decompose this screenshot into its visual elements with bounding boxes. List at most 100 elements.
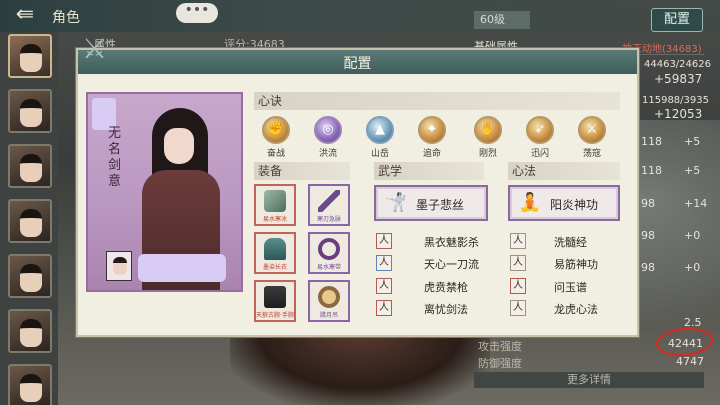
modal-header: ⚔ 配置 bbox=[78, 32, 637, 74]
xinjue-skill-label: 荡寇 bbox=[582, 149, 601, 159]
equipment-slot[interactable]: 寒刃急脉 bbox=[308, 184, 350, 226]
dash-icon: ➶ bbox=[526, 116, 554, 144]
ring-icon bbox=[318, 286, 340, 308]
avatar bbox=[20, 44, 42, 72]
xinjue-skill[interactable]: ⚔ 荡寇 bbox=[572, 116, 612, 159]
belt-icon bbox=[318, 238, 340, 260]
wuxue-skill-row[interactable]: 人天心一刀流 bbox=[376, 255, 486, 271]
meditation-pose-icon: 🧘 bbox=[518, 192, 542, 213]
xinfa-skill-row[interactable]: 人洗髓经 bbox=[510, 233, 620, 249]
blurred-region bbox=[138, 254, 226, 282]
stat-bonus: +5 bbox=[684, 135, 701, 148]
character-portrait: 无名剑意 bbox=[86, 92, 243, 292]
mountain-icon: ▲ bbox=[366, 116, 394, 144]
wuxue-primary-slot[interactable]: 🤺 墨子悲丝 bbox=[374, 185, 488, 221]
stat-value: 98 bbox=[641, 197, 655, 210]
chat-bubble-icon[interactable]: ••• bbox=[176, 3, 218, 23]
stat-value: 98 bbox=[641, 229, 655, 242]
martial-skill-icon: 人 bbox=[376, 278, 392, 294]
xinjue-skill[interactable]: ▲ 山岳 bbox=[360, 116, 400, 159]
equipment-slot[interactable]: 天狼古腕·手腕 bbox=[254, 280, 296, 322]
character-slot[interactable] bbox=[8, 199, 52, 243]
equipment-slot[interactable]: 易水寒带 bbox=[308, 232, 350, 274]
avatar bbox=[20, 264, 42, 292]
martial-skill-icon: 人 bbox=[376, 255, 392, 271]
xinjue-skill[interactable]: ✦ 追命 bbox=[412, 116, 452, 159]
xinjue-skill[interactable]: ◎ 洪流 bbox=[308, 116, 348, 159]
bracer-icon bbox=[264, 190, 286, 212]
xinfa-heading: 心法 bbox=[508, 162, 620, 180]
palm-icon: ✋ bbox=[474, 116, 502, 144]
swords-icon: ⚔ bbox=[578, 116, 606, 144]
wuxue-primary-name: 墨子悲丝 bbox=[416, 198, 465, 212]
xinjue-skill[interactable]: ✋ 刚烈 bbox=[468, 116, 508, 159]
avatar bbox=[20, 319, 42, 347]
martial-skill-icon: 人 bbox=[376, 300, 392, 316]
xinfa-primary-slot[interactable]: 🧘 阳炎神功 bbox=[508, 185, 620, 221]
stat-bonus: +0 bbox=[684, 229, 701, 242]
inner-skill-icon: 人 bbox=[510, 233, 526, 249]
character-slot[interactable] bbox=[8, 364, 52, 405]
avatar bbox=[20, 209, 42, 237]
config-button[interactable]: 配置 bbox=[651, 8, 703, 32]
equipment-heading: 装备 bbox=[254, 162, 350, 180]
xinjue-skill-label: 迅闪 bbox=[530, 149, 549, 159]
equipment-slot[interactable]: 易水寒冰 bbox=[254, 184, 296, 226]
stat-bonus: +14 bbox=[684, 197, 708, 210]
vortex-icon: ◎ bbox=[314, 116, 342, 144]
xinjue-skill[interactable]: ➶ 迅闪 bbox=[520, 116, 560, 159]
chase-icon: ✦ bbox=[418, 116, 446, 144]
stat-value: 98 bbox=[641, 261, 655, 274]
xinjue-skill-label: 洪流 bbox=[318, 149, 337, 159]
stat-value: 44463/24626 bbox=[644, 59, 711, 70]
attack-label: 攻击强度 bbox=[478, 340, 522, 353]
xinjue-skill-label: 追命 bbox=[422, 149, 441, 159]
fist-icon: ✊ bbox=[262, 116, 290, 144]
avatar[interactable] bbox=[106, 251, 132, 281]
character-slot[interactable] bbox=[8, 254, 52, 298]
xinjue-skill-label: 刚烈 bbox=[478, 149, 497, 159]
stat-bonus: +59837 bbox=[654, 72, 703, 86]
xinjue-skill-label: 奋战 bbox=[266, 149, 285, 159]
character-slot[interactable] bbox=[8, 309, 52, 353]
page-title: 角色 bbox=[52, 10, 80, 26]
wuxue-skill-row[interactable]: 人虎贲禁枪 bbox=[376, 278, 486, 294]
xinfa-skill-row[interactable]: 人问玉谱 bbox=[510, 278, 620, 294]
defense-label: 防御强度 bbox=[478, 357, 522, 370]
avatar bbox=[20, 154, 42, 182]
character-list bbox=[0, 32, 58, 405]
stat-bonus: +0 bbox=[684, 261, 701, 274]
xinjue-skill[interactable]: ✊ 奋战 bbox=[256, 116, 296, 159]
back-arrow-icon[interactable]: ⇚ bbox=[6, 4, 44, 28]
xinjue-heading: 心诀 bbox=[254, 92, 620, 110]
stat-value: 118 bbox=[641, 164, 662, 177]
defense-value: 4747 bbox=[676, 355, 704, 368]
modal-title: 配置 bbox=[343, 56, 372, 72]
xinfa-skill-row[interactable]: 人龙虎心法 bbox=[510, 300, 620, 316]
inner-skill-icon: 人 bbox=[510, 300, 526, 316]
character-slot[interactable] bbox=[8, 89, 52, 133]
martial-skill-icon: 人 bbox=[376, 233, 392, 249]
stat-bonus: +5 bbox=[684, 164, 701, 177]
avatar bbox=[20, 99, 42, 127]
character-name: 无名剑意 bbox=[108, 126, 122, 189]
sword-icon bbox=[318, 190, 340, 212]
xinfa-primary-name: 阳炎神功 bbox=[550, 198, 599, 212]
character-slot[interactable] bbox=[8, 34, 52, 78]
character-slot[interactable] bbox=[8, 144, 52, 188]
avatar bbox=[20, 374, 42, 402]
more-details-button[interactable]: 更多详情 bbox=[474, 372, 704, 388]
martial-pose-icon: 🤺 bbox=[384, 192, 408, 213]
wuxue-heading: 武学 bbox=[374, 162, 484, 180]
wuxue-skill-row[interactable]: 人离忧剑法 bbox=[376, 300, 486, 316]
level-badge: 60级 bbox=[474, 11, 530, 29]
equipment-slot[interactable]: 腊月吊 bbox=[308, 280, 350, 322]
config-modal: ⚔ 配置 无名剑意 心诀 ✊ 奋战 ◎ 洪流 ▲ 山岳 ✦ 追命 ✋ 刚烈 ➶ 迅闪 ⚔ 荡寇… bbox=[76, 32, 639, 337]
equipment-slot[interactable]: 墨染长衣 bbox=[254, 232, 296, 274]
xinfa-skill-row[interactable]: 人易筋神功 bbox=[510, 255, 620, 271]
top-bar: ⇚ 角色 ••• bbox=[0, 0, 720, 32]
robe-icon bbox=[264, 238, 286, 260]
stat-bonus: +12053 bbox=[654, 107, 703, 121]
wuxue-skill-row[interactable]: 人黑衣魅影杀 bbox=[376, 233, 486, 249]
inner-skill-icon: 人 bbox=[510, 255, 526, 271]
